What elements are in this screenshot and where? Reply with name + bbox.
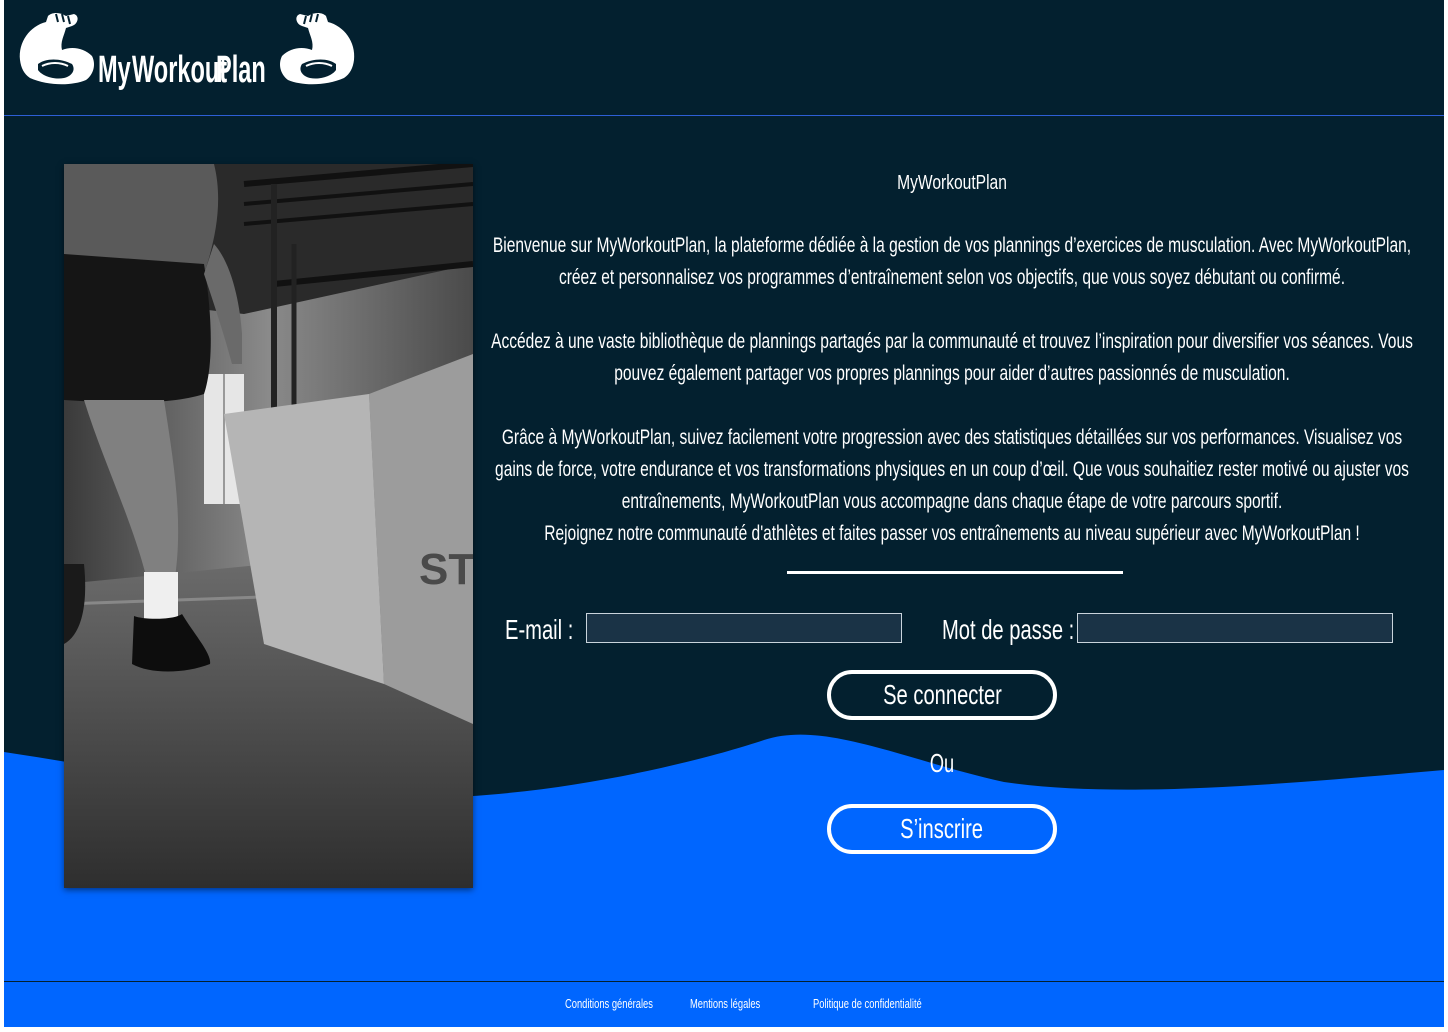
box-lettering: ST xyxy=(419,545,473,594)
intro-title: MyWorkoutPlan xyxy=(897,172,1007,194)
intro-paragraph-join: Rejoignez notre communauté d'athlètes et… xyxy=(544,522,1360,545)
footer-link-privacy[interactable]: Politique de confidentialité xyxy=(813,996,922,1011)
flexed-bicep-right-icon xyxy=(280,13,355,85)
site-footer: Conditions générales Mentions légales Po… xyxy=(4,981,1444,1027)
password-field[interactable] xyxy=(1077,613,1393,643)
footer-link-terms[interactable]: Conditions générales xyxy=(565,996,653,1011)
flexed-bicep-left-icon xyxy=(19,13,95,85)
section-divider xyxy=(787,571,1123,574)
logo-word-my: My xyxy=(98,47,131,90)
intro-paragraph-welcome: Bienvenue sur MyWorkoutPlan, la platefor… xyxy=(492,234,1412,289)
intro-paragraph-library: Accédez à une vaste bibliothèque de plan… xyxy=(491,330,1413,385)
or-separator: Ou xyxy=(929,748,955,778)
logo-wordmark: My Workout Plan xyxy=(98,47,266,90)
email-field[interactable] xyxy=(586,613,902,643)
login-button[interactable]: Se connecter xyxy=(827,670,1057,720)
signup-button-label: S’inscrire xyxy=(900,813,984,844)
footer-link-legal[interactable]: Mentions légales xyxy=(690,996,760,1011)
intro-paragraph-progress: Grâce à MyWorkoutPlan, suivez facilement… xyxy=(495,426,1409,513)
login-button-label: Se connecter xyxy=(882,679,1002,710)
logo-word-workout: Workout xyxy=(132,47,227,90)
signup-button[interactable]: S’inscrire xyxy=(827,804,1057,854)
password-label: Mot de passe : xyxy=(942,614,1075,645)
intro-section: MyWorkoutPlan Bienvenue sur MyWorkoutPla… xyxy=(482,164,1422,545)
site-header: My Workout Plan xyxy=(4,0,1444,116)
email-label: E-mail : xyxy=(505,614,574,645)
site-logo[interactable]: My Workout Plan xyxy=(16,8,358,90)
logo-word-plan: Plan xyxy=(216,47,266,90)
page-frame: My Workout Plan ST MyWorkoutPlan Bienven… xyxy=(4,0,1444,1027)
hero-gym-photo: ST xyxy=(63,161,475,888)
